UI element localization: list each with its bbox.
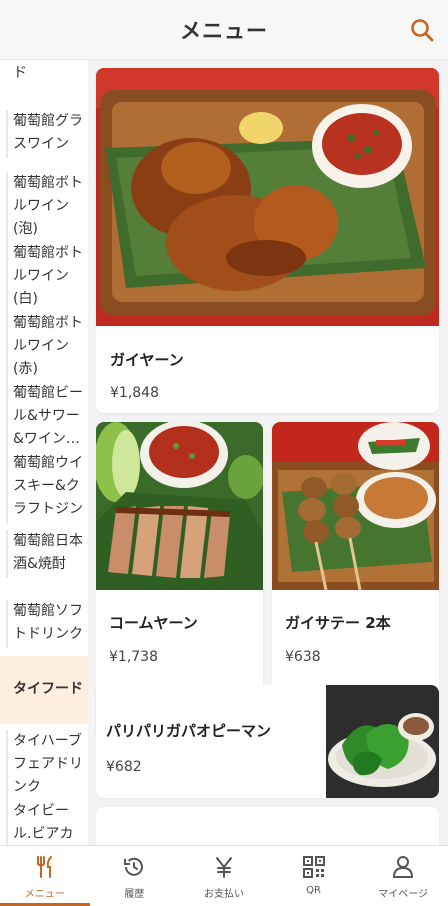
divider: [6, 312, 8, 382]
tab-label: お支払い: [203, 889, 244, 900]
food-image: [96, 422, 263, 590]
tab-label: メニュー: [24, 889, 65, 900]
menu-item-price: ¥682: [106, 759, 142, 775]
sidebar-item-label: 葡萄館ボトルワイン(赤): [13, 315, 83, 377]
tab-my-page[interactable]: マイページ: [358, 846, 448, 906]
menu-item-name: ガイヤーン: [110, 351, 184, 369]
divider: [6, 452, 8, 524]
menu-card-gapao-pepper[interactable]: パリパリガパオピーマン ¥682: [96, 685, 439, 798]
header: メニュー: [0, 0, 448, 60]
history-icon: [122, 855, 146, 879]
sidebar-item-label: 葡萄館ソフトドリンク: [13, 603, 83, 642]
sidebar-item-label: タイビール.ビアカ: [13, 803, 74, 842]
sidebar-item-soft-drink[interactable]: 葡萄館ソフトドリンク: [0, 600, 88, 648]
sidebar-item-label: タイハーブフェアドリンク: [13, 733, 83, 795]
divider: [6, 382, 8, 452]
sidebar-item-sake-shochu[interactable]: 葡萄館日本酒&焼酎: [0, 530, 88, 578]
sidebar-item-thai-beer[interactable]: タイビール.ビアカ: [0, 800, 88, 845]
app: メニュー ド 葡萄館グラスワイン 葡萄館ボトルワイン(泡) 葡萄館ボトルワイン(…: [0, 0, 448, 906]
sidebar-item-label: ド: [13, 65, 27, 81]
divider: [6, 600, 8, 648]
divider: [6, 242, 8, 312]
sidebar-item-whisky-gin[interactable]: 葡萄館ウイスキー&クラフトジン: [0, 452, 88, 524]
menu-item-price: ¥1,738: [109, 649, 158, 665]
sidebar-item-glass-wine[interactable]: 葡萄館グラスワイン: [0, 110, 88, 158]
menu-item-price: ¥638: [285, 649, 321, 665]
sidebar-item-food-prev[interactable]: ド: [0, 60, 88, 90]
menu-item-name: パリパリガパオピーマン: [106, 722, 272, 740]
fork-knife-icon: [33, 855, 57, 879]
sidebar-item-label: 葡萄館日本酒&焼酎: [13, 533, 83, 572]
sidebar-item-thai-food[interactable]: タイフード: [0, 656, 88, 724]
food-image: [326, 685, 439, 798]
tab-label: マイページ: [378, 889, 429, 900]
divider: [6, 110, 8, 158]
sidebar-item-label: 葡萄館グラスワイン: [13, 113, 83, 152]
menu-card-next[interactable]: [96, 807, 439, 845]
tab-qr[interactable]: QR: [269, 846, 359, 906]
tab-payment[interactable]: お支払い: [179, 846, 269, 906]
divider: [6, 172, 8, 242]
divider: [6, 800, 8, 845]
sidebar-item-thai-herb-drink[interactable]: タイハーブフェアドリンク: [0, 730, 88, 800]
qr-code-icon: [302, 855, 326, 879]
tab-menu[interactable]: メニュー: [0, 846, 90, 906]
sidebar-item-sparkling-wine[interactable]: 葡萄館ボトルワイン(泡): [0, 172, 88, 242]
search-icon[interactable]: [408, 16, 436, 44]
menu-item-name: コームヤーン: [109, 614, 198, 632]
tab-label: QR: [306, 885, 321, 896]
menu-item-price: ¥1,848: [110, 385, 159, 401]
tab-history[interactable]: 履歴: [90, 846, 180, 906]
sidebar-item-label: 葡萄館ボトルワイン(泡): [13, 175, 83, 237]
bottom-tab-bar: メニュー 履歴 お支払い QR マイページ: [0, 845, 448, 906]
sidebar-item-label: タイフード: [13, 681, 83, 697]
sidebar-item-beer-sour[interactable]: 葡萄館ビール&サワー&ワイン…: [0, 382, 88, 452]
tab-label: 履歴: [124, 889, 145, 900]
category-sidebar: ド 葡萄館グラスワイン 葡萄館ボトルワイン(泡) 葡萄館ボトルワイン(白) 葡萄…: [0, 60, 88, 845]
menu-card-gai-yang[interactable]: ガイヤーン ¥1,848: [96, 68, 439, 413]
food-image: [96, 68, 439, 326]
divider: [6, 730, 8, 800]
sidebar-item-red-wine[interactable]: 葡萄館ボトルワイン(赤): [0, 312, 88, 382]
food-image: [272, 422, 439, 590]
user-icon: [391, 855, 415, 879]
menu-list: ガイヤーン ¥1,848 コームヤーン ¥1,738 ガイサテー 2本 ¥638…: [88, 60, 448, 845]
menu-item-name: ガイサテー 2本: [285, 614, 391, 632]
sidebar-item-white-wine[interactable]: 葡萄館ボトルワイン(白): [0, 242, 88, 312]
sidebar-item-label: 葡萄館ビール&サワー&ワイン…: [13, 385, 83, 447]
page-title: メニュー: [180, 18, 268, 43]
yen-icon: [212, 855, 236, 879]
sidebar-item-label: 葡萄館ボトルワイン(白): [13, 245, 83, 307]
sidebar-item-label: 葡萄館ウイスキー&クラフトジン: [13, 455, 83, 517]
divider: [6, 530, 8, 578]
